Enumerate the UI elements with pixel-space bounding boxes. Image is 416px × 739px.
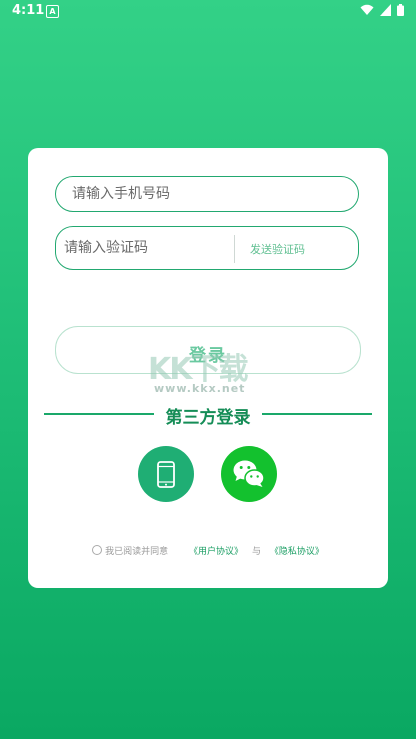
- phone-login-button[interactable]: [138, 446, 194, 502]
- code-divider: [234, 235, 235, 263]
- send-code-button[interactable]: 发送验证码: [250, 241, 305, 257]
- wifi-icon: [360, 4, 374, 15]
- wechat-login-button[interactable]: [221, 446, 277, 502]
- user-agreement-link[interactable]: 《用户协议》: [189, 547, 243, 557]
- watermark: KK下载 www.kkx.net: [148, 344, 248, 395]
- status-bar: 4:11 A: [0, 0, 416, 24]
- third-party-header: 第三方登录: [44, 406, 372, 430]
- wechat-icon: [233, 460, 265, 487]
- watermark-site: www.kkx.net: [154, 382, 246, 395]
- phone-input[interactable]: [70, 185, 334, 203]
- notification-a-icon: A: [46, 5, 59, 18]
- code-field[interactable]: 发送验证码: [55, 226, 359, 270]
- signal-icon: [380, 4, 391, 16]
- third-party-title: 第三方登录: [159, 408, 257, 428]
- agreement-row: 我已阅读并同意 《用户协议》 与 《隐私协议》: [0, 544, 416, 557]
- agree-radio[interactable]: [92, 545, 103, 555]
- login-card: 发送验证码 登录 KK下载 www.kkx.net: [28, 148, 388, 588]
- status-time: 4:11: [12, 3, 45, 18]
- privacy-link[interactable]: 《隐私协议》: [270, 547, 324, 557]
- phone-field[interactable]: [55, 176, 359, 212]
- code-input[interactable]: [62, 239, 226, 257]
- status-icons: [360, 4, 404, 16]
- mobile-phone-icon: [157, 461, 175, 488]
- agreement-and: 与: [251, 547, 261, 557]
- agreement-prefix: 我已阅读并同意: [105, 547, 169, 557]
- battery-icon: [397, 4, 404, 16]
